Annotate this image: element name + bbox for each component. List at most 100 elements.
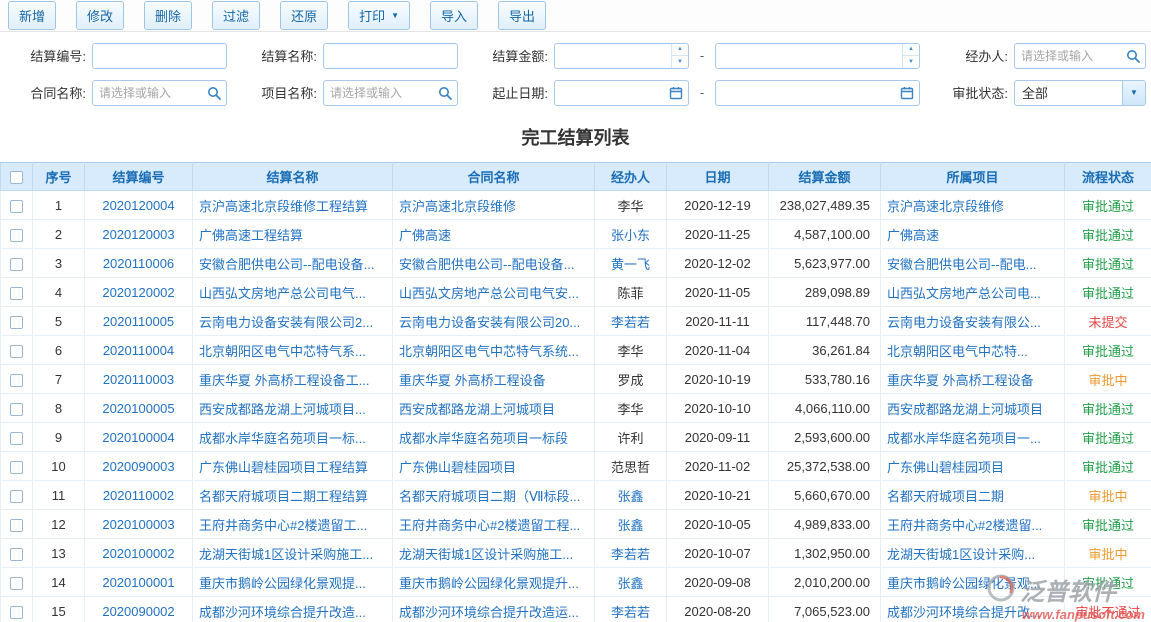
table-row[interactable]: 112020110002名都天府城项目二期工程结算名都天府城项目二期（Ⅶ标段..… [1, 481, 1151, 510]
settlement-code-link[interactable]: 2020100002 [102, 546, 174, 561]
contract-name-link[interactable]: 成都沙河环境综合提升改造运... [399, 605, 579, 620]
contract-name-link[interactable]: 云南电力设备安装有限公司20... [399, 315, 580, 330]
contract-name-link[interactable]: 安徽合肥供电公司--配电设备... [399, 257, 575, 272]
table-row[interactable]: 122020100003王府井商务中心#2楼遗留工...王府井商务中心#2楼遗留… [1, 510, 1151, 539]
row-checkbox[interactable] [10, 403, 23, 416]
date-start-input[interactable] [555, 81, 664, 105]
contract-name-link[interactable]: 广佛高速 [399, 228, 451, 243]
row-checkbox[interactable] [10, 287, 23, 300]
table-row[interactable]: 42020120002山西弘文房地产总公司电气...山西弘文房地产总公司电气安.… [1, 278, 1151, 307]
table-row[interactable]: 92020100004成都水岸华庭名苑项目一标...成都水岸华庭名苑项目一标段许… [1, 423, 1151, 452]
spin-down-icon[interactable]: ▼ [672, 56, 688, 68]
settlement-code-link[interactable]: 2020100004 [102, 430, 174, 445]
table-row[interactable]: 52020110005云南电力设备安装有限公司2...云南电力设备安装有限公司2… [1, 307, 1151, 336]
table-row[interactable]: 72020110003重庆华夏 外高桥工程设备工...重庆华夏 外高桥工程设备罗… [1, 365, 1151, 394]
project-link[interactable]: 重庆华夏 外高桥工程设备 [887, 373, 1034, 388]
settlement-name-link[interactable]: 北京朝阳区电气中芯特气系... [199, 344, 366, 359]
settlement-name-link[interactable]: 龙湖天街城1区设计采购施工... [199, 547, 373, 562]
contract-search-icon[interactable] [202, 81, 226, 105]
amount-min-spinner[interactable]: ▲▼ [671, 44, 688, 68]
project-link[interactable]: 安徽合肥供电公司--配电... [887, 257, 1037, 272]
settlement-name-link[interactable]: 云南电力设备安装有限公司2... [199, 315, 373, 330]
calendar-icon[interactable] [664, 81, 688, 105]
table-row[interactable]: 22020120003广佛高速工程结算广佛高速张小东2020-11-254,58… [1, 220, 1151, 249]
date-end-input[interactable] [716, 81, 895, 105]
settlement-name-link[interactable]: 成都沙河环境综合提升改造... [199, 605, 366, 620]
contract-name-link[interactable]: 西安成都路龙湖上河城项目 [399, 402, 555, 417]
row-checkbox[interactable] [10, 258, 23, 271]
project-name-input[interactable] [324, 81, 433, 105]
contract-name-link[interactable]: 成都水岸华庭名苑项目一标段 [399, 431, 568, 446]
row-checkbox[interactable] [10, 548, 23, 561]
project-link[interactable]: 西安成都路龙湖上河城项目 [887, 402, 1043, 417]
handler-input[interactable] [1015, 44, 1121, 68]
handler-name[interactable]: 张鑫 [617, 518, 643, 533]
print-button[interactable]: 打印 ▼ [348, 1, 410, 30]
handler-name[interactable]: 李若若 [611, 547, 650, 562]
settlement-code-link[interactable]: 2020110004 [103, 343, 174, 358]
settlement-name-input[interactable] [324, 44, 457, 68]
settlement-name-link[interactable]: 成都水岸华庭名苑项目一标... [199, 431, 366, 446]
table-row[interactable]: 12020120004京沪高速北京段维修工程结算京沪高速北京段维修李华2020-… [1, 191, 1151, 220]
table-row[interactable]: 32020110006安徽合肥供电公司--配电设备...安徽合肥供电公司--配电… [1, 249, 1151, 278]
project-link[interactable]: 北京朝阳区电气中芯特... [887, 344, 1028, 359]
row-checkbox[interactable] [10, 519, 23, 532]
settlement-code-link[interactable]: 2020110005 [103, 314, 174, 329]
edit-button[interactable]: 修改 [76, 1, 124, 30]
settlement-name-link[interactable]: 重庆市鹅岭公园绿化景观提... [199, 576, 366, 591]
contract-name-link[interactable]: 王府井商务中心#2楼遗留工程... [399, 518, 580, 533]
project-link[interactable]: 山西弘文房地产总公司电... [887, 286, 1041, 301]
contract-name-link[interactable]: 龙湖天街城1区设计采购施工... [399, 547, 573, 562]
row-checkbox[interactable] [10, 316, 23, 329]
contract-name-link[interactable]: 广东佛山碧桂园项目 [399, 460, 516, 475]
contract-name-link[interactable]: 山西弘文房地产总公司电气安... [399, 286, 579, 301]
calendar-icon[interactable] [895, 81, 919, 105]
contract-name-link[interactable]: 北京朝阳区电气中芯特气系统... [399, 344, 579, 359]
project-link[interactable]: 云南电力设备安装有限公... [887, 315, 1041, 330]
handler-name[interactable]: 李若若 [611, 315, 650, 330]
row-checkbox[interactable] [10, 432, 23, 445]
row-checkbox[interactable] [10, 345, 23, 358]
row-checkbox[interactable] [10, 374, 23, 387]
delete-button[interactable]: 删除 [144, 1, 192, 30]
project-search-icon[interactable] [433, 81, 457, 105]
project-link[interactable]: 王府井商务中心#2楼遗留... [887, 518, 1042, 533]
amount-max-spinner[interactable]: ▲▼ [902, 44, 919, 68]
spin-down-icon[interactable]: ▼ [903, 56, 919, 68]
spin-up-icon[interactable]: ▲ [672, 44, 688, 57]
handler-search-icon[interactable] [1121, 44, 1145, 68]
restore-button[interactable]: 还原 [280, 1, 328, 30]
handler-name[interactable]: 黄一飞 [611, 257, 650, 272]
row-checkbox[interactable] [10, 577, 23, 590]
project-link[interactable]: 广佛高速 [887, 228, 939, 243]
settlement-code-link[interactable]: 2020100003 [102, 517, 174, 532]
settlement-name-link[interactable]: 广东佛山碧桂园项目工程结算 [199, 460, 368, 475]
settlement-no-input[interactable] [93, 44, 226, 68]
row-checkbox[interactable] [10, 229, 23, 242]
table-row[interactable]: 62020110004北京朝阳区电气中芯特气系...北京朝阳区电气中芯特气系统.… [1, 336, 1151, 365]
import-button[interactable]: 导入 [430, 1, 478, 30]
table-row[interactable]: 152020090002成都沙河环境综合提升改造...成都沙河环境综合提升改造运… [1, 597, 1151, 622]
handler-name[interactable]: 张小东 [611, 228, 650, 243]
handler-name[interactable]: 张鑫 [617, 489, 643, 504]
settlement-name-link[interactable]: 西安成都路龙湖上河城项目... [199, 402, 366, 417]
project-link[interactable]: 重庆市鹅岭公园绿化景观... [887, 576, 1041, 591]
select-all-checkbox[interactable] [10, 171, 23, 184]
table-row[interactable]: 102020090003广东佛山碧桂园项目工程结算广东佛山碧桂园项目范思哲202… [1, 452, 1151, 481]
settlement-code-link[interactable]: 2020120004 [102, 198, 174, 213]
settlement-name-link[interactable]: 安徽合肥供电公司--配电设备... [199, 257, 375, 272]
handler-name[interactable]: 李若若 [611, 605, 650, 620]
approval-status-select[interactable]: 全部 ▼ [1014, 80, 1146, 106]
amount-max-input[interactable] [716, 44, 902, 68]
settlement-name-link[interactable]: 王府井商务中心#2楼遗留工... [199, 518, 367, 533]
project-link[interactable]: 京沪高速北京段维修 [887, 199, 1004, 214]
select-caret-icon[interactable]: ▼ [1122, 81, 1145, 105]
project-link[interactable]: 成都水岸华庭名苑项目一... [887, 431, 1041, 446]
table-row[interactable]: 82020100005西安成都路龙湖上河城项目...西安成都路龙湖上河城项目李华… [1, 394, 1151, 423]
handler-name[interactable]: 张鑫 [617, 576, 643, 591]
row-checkbox[interactable] [10, 606, 23, 619]
settlement-code-link[interactable]: 2020120003 [102, 227, 174, 242]
project-link[interactable]: 名都天府城项目二期 [887, 489, 1004, 504]
settlement-name-link[interactable]: 山西弘文房地产总公司电气... [199, 286, 366, 301]
settlement-code-link[interactable]: 2020110002 [103, 488, 174, 503]
